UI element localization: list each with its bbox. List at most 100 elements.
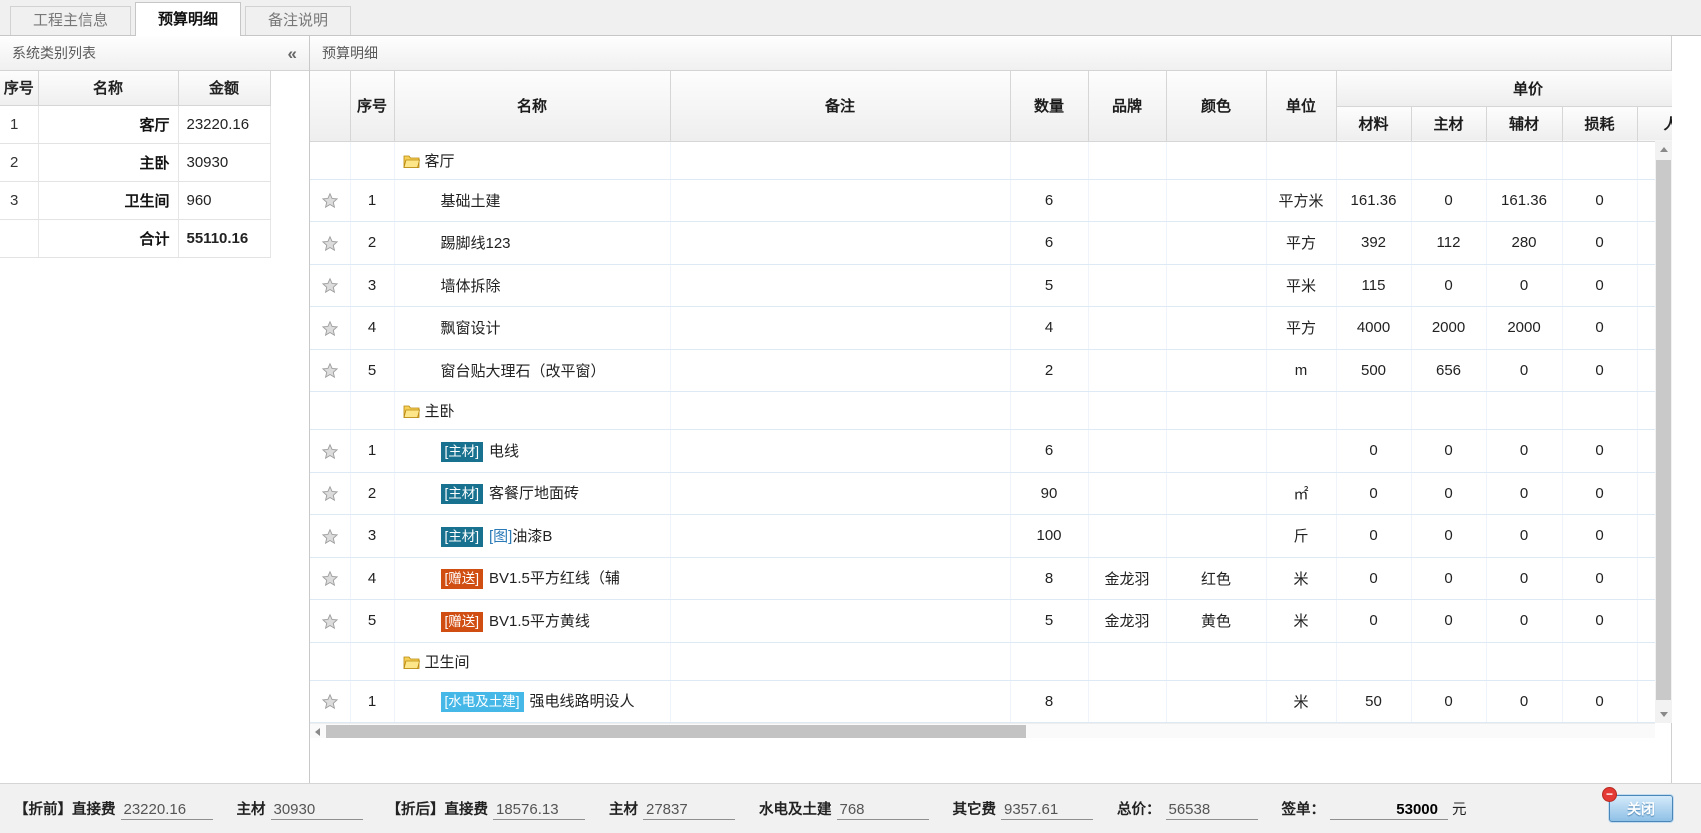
star-icon[interactable] — [321, 235, 339, 252]
cell-color — [1166, 349, 1266, 392]
table-row[interactable]: 5窗台贴大理石（改平窗）2m50065600 — [310, 349, 1672, 392]
tab-project-info[interactable]: 工程主信息 — [10, 6, 131, 35]
tab-bar: 工程主信息 预算明细 备注说明 — [0, 0, 1701, 36]
cell-color — [1166, 307, 1266, 350]
item-name: 油漆B — [512, 528, 552, 545]
scroll-left-icon[interactable] — [310, 724, 325, 738]
star-icon[interactable] — [321, 485, 339, 502]
item-name: 强电线路明设人 — [530, 693, 635, 710]
star-icon[interactable] — [321, 570, 339, 587]
cell-auxiliary: 0 — [1486, 557, 1562, 600]
cell-color — [1166, 515, 1266, 558]
cell-main-material: 0 — [1411, 179, 1486, 222]
footer-item-value: 768 — [837, 801, 929, 820]
footer-item-label: 主材 — [609, 798, 638, 819]
vertical-scrollbar[interactable] — [1655, 141, 1672, 723]
table-row[interactable]: 3墙体拆除5平米115000 — [310, 264, 1672, 307]
horizontal-scroll-thumb[interactable] — [326, 725, 1026, 738]
cell-main-material: 0 — [1411, 600, 1486, 643]
table-row[interactable]: 5[赠送]BV1.5平方黄线5金龙羽黄色米0000 — [310, 600, 1672, 643]
category-row-name: 客厅 — [38, 105, 178, 143]
scroll-down-icon[interactable] — [1655, 706, 1672, 723]
cell-empty — [1010, 141, 1088, 179]
vertical-scroll-thumb[interactable] — [1656, 160, 1671, 700]
table-row[interactable]: 4飘窗设计4平方4000200020000 — [310, 307, 1672, 350]
star-icon[interactable] — [321, 277, 339, 294]
item-name: 踢脚线123 — [441, 235, 511, 252]
tab-budget-detail[interactable]: 预算明细 — [135, 2, 241, 36]
item-name: 基础土建 — [441, 193, 501, 210]
cell-unit: 平米 — [1266, 264, 1336, 307]
table-row[interactable]: 2踢脚线1236平方3921122800 — [310, 222, 1672, 265]
close-button[interactable]: 关闭 — [1609, 795, 1673, 822]
cell-group-name[interactable]: 主卧 — [394, 392, 670, 430]
cell-empty — [1411, 642, 1486, 680]
scroll-up-icon[interactable] — [1655, 141, 1672, 158]
table-row[interactable]: 3[主材][图]油漆B100斤0000 — [310, 515, 1672, 558]
content-area: 系统类别列表 « 序号 名称 金额 1客厅23220.162主卧309303卫生… — [0, 36, 1701, 783]
cell-star — [310, 430, 350, 473]
table-row[interactable]: 2[主材]客餐厅地面砖90㎡0000 — [310, 472, 1672, 515]
budget-panel-title: 预算明细 — [322, 36, 1659, 70]
footer-item-label: 总价： — [1117, 798, 1161, 819]
category-total-empty — [0, 219, 38, 257]
cell-qty: 6 — [1010, 179, 1088, 222]
star-icon[interactable] — [321, 320, 339, 337]
group-row[interactable]: 客厅 — [310, 141, 1672, 179]
table-row[interactable]: 4[赠送]BV1.5平方红线（辅8金龙羽红色米0000 — [310, 557, 1672, 600]
category-row[interactable]: 1客厅23220.16 — [0, 105, 270, 143]
cell-no: 2 — [350, 222, 394, 265]
cell-group-name[interactable]: 客厅 — [394, 141, 670, 179]
cell-main-material: 112 — [1411, 222, 1486, 265]
image-link[interactable]: [图] — [489, 528, 512, 545]
cell-brand — [1088, 222, 1166, 265]
star-icon[interactable] — [321, 192, 339, 209]
folder-icon[interactable] — [403, 655, 420, 669]
category-row[interactable]: 2主卧30930 — [0, 143, 270, 181]
folder-icon[interactable] — [403, 154, 420, 168]
tab-notes[interactable]: 备注说明 — [245, 6, 351, 35]
cell-brand — [1088, 264, 1166, 307]
grid-col-qty: 数量 — [1010, 71, 1088, 141]
item-name: 墙体拆除 — [441, 278, 501, 295]
cell-empty — [1266, 141, 1336, 179]
grid-col-main-material: 主材 — [1411, 106, 1486, 141]
footer-item: 主材27837 — [609, 798, 735, 820]
cell-name: [水电及土建]强电线路明设人 — [394, 680, 670, 723]
star-icon[interactable] — [321, 693, 339, 710]
category-table: 序号 名称 金额 1客厅23220.162主卧309303卫生间960合计551… — [0, 71, 271, 258]
cell-brand — [1088, 179, 1166, 222]
star-icon[interactable] — [321, 443, 339, 460]
cell-empty — [1562, 141, 1637, 179]
footer-item: 主材30930 — [237, 798, 363, 820]
cell-name: [主材]电线 — [394, 430, 670, 473]
cell-qty: 5 — [1010, 264, 1088, 307]
star-icon[interactable] — [321, 528, 339, 545]
cell-empty — [1486, 392, 1562, 430]
group-row[interactable]: 主卧 — [310, 392, 1672, 430]
cell-note — [670, 430, 1010, 473]
footer-item-value: 56538 — [1166, 801, 1258, 820]
grid-col-material: 材料 — [1336, 106, 1411, 141]
cell-qty: 8 — [1010, 557, 1088, 600]
star-icon[interactable] — [321, 362, 339, 379]
cell-group-name[interactable]: 卫生间 — [394, 642, 670, 680]
horizontal-scrollbar[interactable] — [310, 723, 1655, 738]
table-row[interactable]: 1基础土建6平方米161.360161.360 — [310, 179, 1672, 222]
cell-loss: 0 — [1562, 472, 1637, 515]
grid-col-name: 名称 — [394, 71, 670, 141]
group-row[interactable]: 卫生间 — [310, 642, 1672, 680]
cell-material: 0 — [1336, 557, 1411, 600]
cell-qty: 6 — [1010, 430, 1088, 473]
footer-item: 【折前】直接费23220.16 — [14, 798, 213, 820]
table-row[interactable]: 1[水电及土建]强电线路明设人8米50000 — [310, 680, 1672, 723]
category-row[interactable]: 3卫生间960 — [0, 181, 270, 219]
folder-icon[interactable] — [403, 404, 420, 418]
cell-no-empty — [350, 392, 394, 430]
table-row[interactable]: 1[主材]电线60000 — [310, 430, 1672, 473]
cell-no: 1 — [350, 680, 394, 723]
footer-item-suffix: 元 — [1452, 798, 1467, 819]
cell-no: 1 — [350, 179, 394, 222]
star-icon[interactable] — [321, 613, 339, 630]
collapse-panel-icon[interactable]: « — [288, 45, 297, 62]
